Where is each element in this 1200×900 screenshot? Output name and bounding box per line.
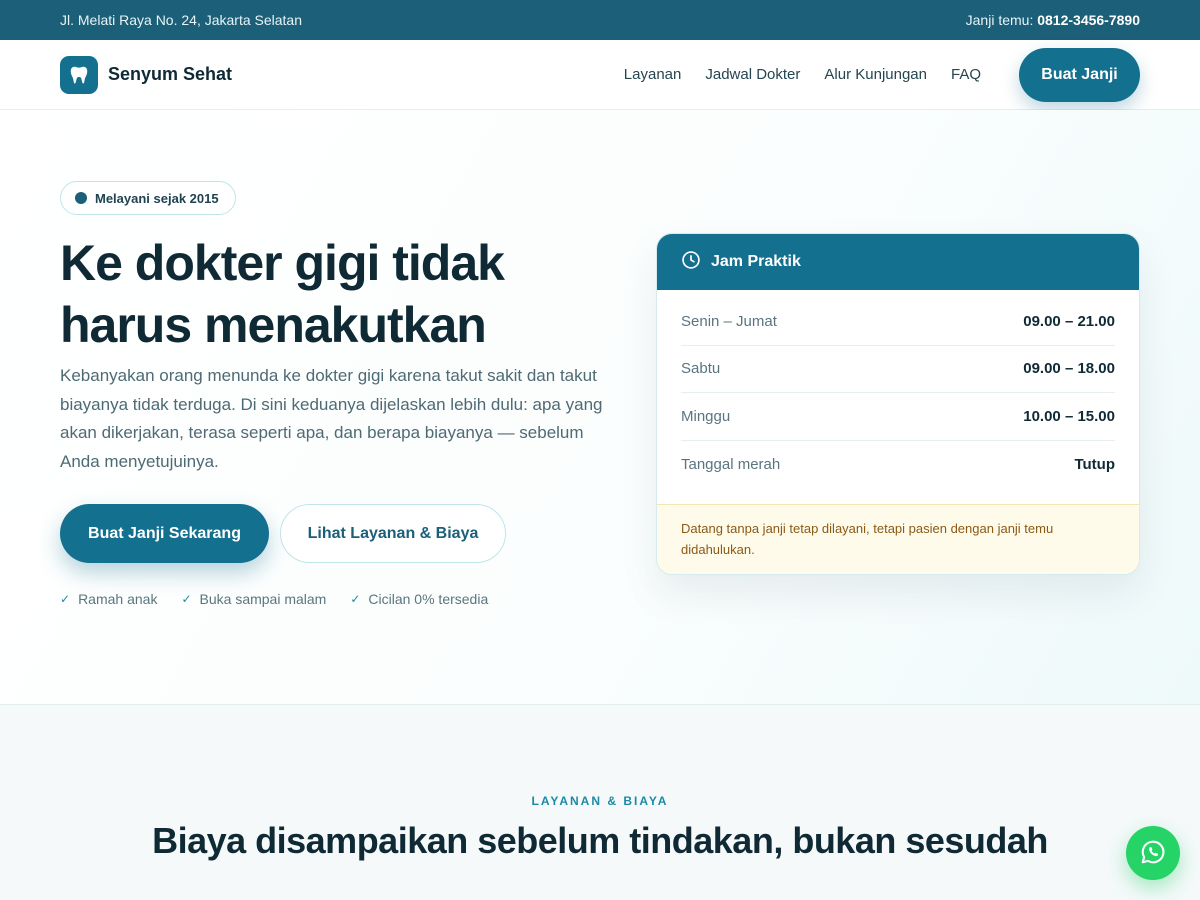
hours-time: 09.00 – 18.00 [1023,360,1115,378]
hours-time: 09.00 – 21.00 [1023,312,1115,330]
check-icon: ✓ [60,592,71,606]
feature-item: ✓ Buka sampai malam [181,591,326,607]
nav-links: Layanan Jadwal Dokter Alur Kunjungan FAQ… [624,47,1140,102]
hero-section: Melayani sejak 2015 Ke dokter gigi tidak… [0,110,1200,704]
hours-row: Minggu 10.00 – 15.00 [681,393,1115,441]
nav-link-layanan[interactable]: Layanan [624,66,682,83]
feature-list: ✓ Ramah anak ✓ Buka sampai malam ✓ Cicil… [60,591,488,607]
hours-time: Tutup [1074,455,1115,473]
hours-row: Senin – Jumat 09.00 – 21.00 [681,298,1115,346]
book-appointment-button[interactable]: Buat Janji [1019,47,1140,102]
main-navigation: Senyum Sehat Layanan Jadwal Dokter Alur … [0,40,1200,110]
section-eyebrow: LAYANAN & BIAYA [531,794,669,808]
badge-label: Melayani sejak 2015 [95,190,219,206]
check-icon: ✓ [350,592,361,606]
hours-table: Senin – Jumat 09.00 – 21.00 Sabtu 09.00 … [657,290,1139,488]
phone-label: Janji temu: [965,12,1034,28]
nav-link-jadwal-dokter[interactable]: Jadwal Dokter [705,66,800,83]
view-services-button[interactable]: Lihat Layanan & Biaya [280,504,506,563]
since-badge: Melayani sejak 2015 [60,181,236,215]
tooth-icon [60,55,98,94]
nav-link-alur-kunjungan[interactable]: Alur Kunjungan [824,66,927,83]
hero-title: Ke dokter gigi tidak harus menakutkan [60,235,505,353]
hours-row: Sabtu 09.00 – 18.00 [681,346,1115,393]
feature-label: Cicilan 0% tersedia [368,591,489,607]
appointment-phone[interactable]: Janji temu: 0812-3456-7890 [966,12,1140,28]
feature-item: ✓ Ramah anak [60,591,157,607]
section-title: Biaya disampaikan sebelum tindakan, buka… [152,820,1048,861]
hours-day: Sabtu [681,360,721,378]
services-section: LAYANAN & BIAYA Biaya disampaikan sebelu… [0,704,1200,900]
feature-label: Ramah anak [78,591,158,607]
clinic-address: Jl. Melati Raya No. 24, Jakarta Selatan [60,12,303,28]
phone-number[interactable]: 0812-3456-7890 [1037,12,1140,28]
book-now-button[interactable]: Buat Janji Sekarang [60,504,269,563]
top-info-bar: Jl. Melati Raya No. 24, Jakarta Selatan … [0,0,1200,40]
hours-time: 10.00 – 15.00 [1023,407,1115,425]
whatsapp-button[interactable] [1126,826,1180,880]
hours-card-title: Jam Praktik [711,253,801,270]
clock-icon [681,250,701,275]
badge-dot-icon [75,192,87,204]
hours-day: Minggu [681,407,731,425]
hero-description: Kebanyakan orang menunda ke dokter gigi … [60,366,603,471]
brand-name: Senyum Sehat [108,64,233,84]
hours-row: Tanggal merah Tutup [681,441,1115,489]
hours-day: Senin – Jumat [681,312,777,330]
check-icon: ✓ [181,592,192,606]
opening-hours-card: Jam Praktik Senin – Jumat 09.00 – 21.00 … [656,233,1140,575]
hours-card-header: Jam Praktik [657,234,1139,290]
hours-day: Tanggal merah [681,455,781,473]
brand[interactable]: Senyum Sehat [60,55,233,94]
feature-label: Buka sampai malam [199,591,327,607]
nav-link-faq[interactable]: FAQ [951,66,981,83]
whatsapp-icon [1139,838,1167,869]
walk-in-note: Datang tanpa janji tetap dilayani, tetap… [657,504,1139,574]
feature-item: ✓ Cicilan 0% tersedia [350,591,488,607]
